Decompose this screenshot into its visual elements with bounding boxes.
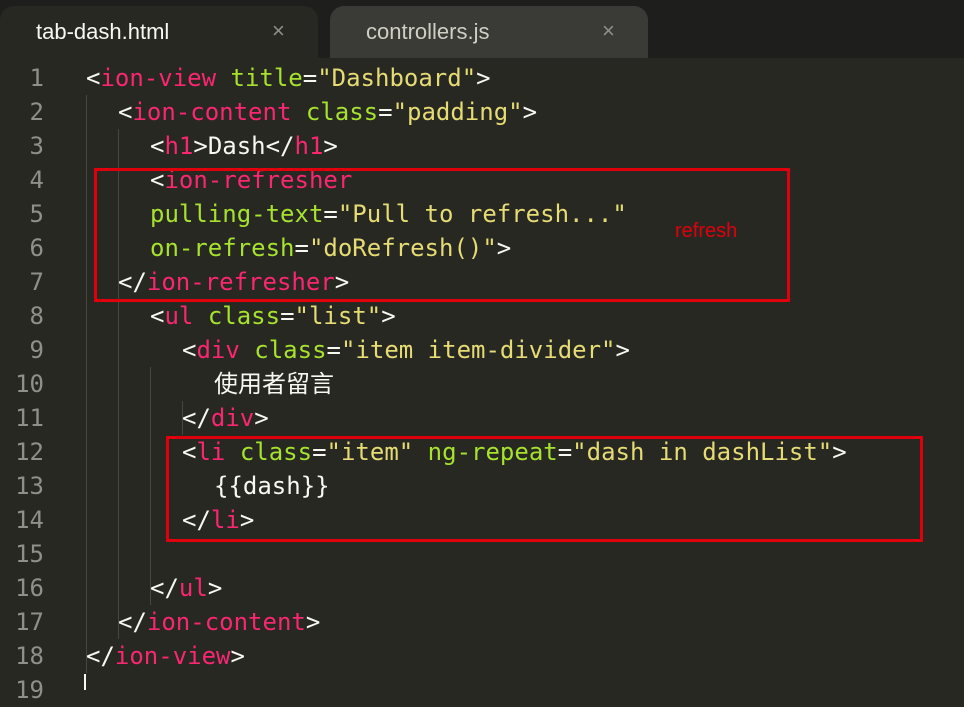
tab-tab-dash-html[interactable]: tab-dash.html × bbox=[0, 6, 318, 58]
line-number: 11 bbox=[15, 404, 44, 432]
line-number: 2 bbox=[29, 98, 44, 126]
code-line-9: <div class="item item-divider"> bbox=[182, 336, 630, 364]
code-editor[interactable]: 1 2 3 4 5 6 7 8 9 10 11 12 13 14 15 16 1… bbox=[0, 58, 964, 704]
line-number: 9 bbox=[29, 336, 44, 364]
code-line-10: 使用者留言 bbox=[214, 370, 334, 398]
code-line-8: <ul class="list"> bbox=[150, 302, 396, 330]
line-number: 13 bbox=[15, 472, 44, 500]
line-number: 8 bbox=[29, 302, 44, 330]
tab-controllers-js[interactable]: controllers.js × bbox=[330, 6, 648, 58]
refresh-annotation: refresh bbox=[675, 220, 738, 242]
line-number: 3 bbox=[29, 132, 44, 160]
line-number: 6 bbox=[29, 234, 44, 262]
line-number: 19 bbox=[15, 676, 44, 704]
tab-label: tab-dash.html bbox=[36, 19, 170, 44]
code-line-2: <ion-content class="padding"> bbox=[118, 98, 538, 126]
code-line-18: </ion-view> bbox=[86, 642, 245, 670]
code-line-11: </div> bbox=[182, 404, 269, 432]
tab-label: controllers.js bbox=[366, 19, 490, 44]
line-number: 18 bbox=[15, 642, 44, 670]
line-number: 1 bbox=[29, 64, 44, 92]
text-cursor bbox=[84, 674, 86, 690]
repeat-highlight-box bbox=[166, 436, 923, 542]
line-number: 17 bbox=[15, 608, 44, 636]
indent-guide bbox=[150, 367, 151, 605]
close-icon[interactable]: × bbox=[272, 18, 285, 44]
tab-bar: tab-dash.html × controllers.js × bbox=[0, 0, 964, 58]
line-number-gutter: 1 2 3 4 5 6 7 8 9 10 11 12 13 14 15 16 1… bbox=[0, 58, 60, 704]
code-line-17: </ion-content> bbox=[118, 608, 321, 636]
line-number: 12 bbox=[15, 438, 44, 466]
line-number: 5 bbox=[29, 200, 44, 228]
line-number: 15 bbox=[15, 540, 44, 568]
line-number: 16 bbox=[15, 574, 44, 602]
line-number: 14 bbox=[15, 506, 44, 534]
line-number: 7 bbox=[29, 268, 44, 296]
code-line-3: <h1>Dash</h1> bbox=[150, 132, 338, 160]
close-icon[interactable]: × bbox=[602, 18, 615, 44]
line-number: 10 bbox=[15, 370, 44, 398]
code-line-1: <ion-view title="Dashboard"> bbox=[86, 64, 491, 92]
indent-guide bbox=[86, 95, 87, 673]
line-number: 4 bbox=[29, 166, 44, 194]
code-line-16: </ul> bbox=[150, 574, 223, 602]
